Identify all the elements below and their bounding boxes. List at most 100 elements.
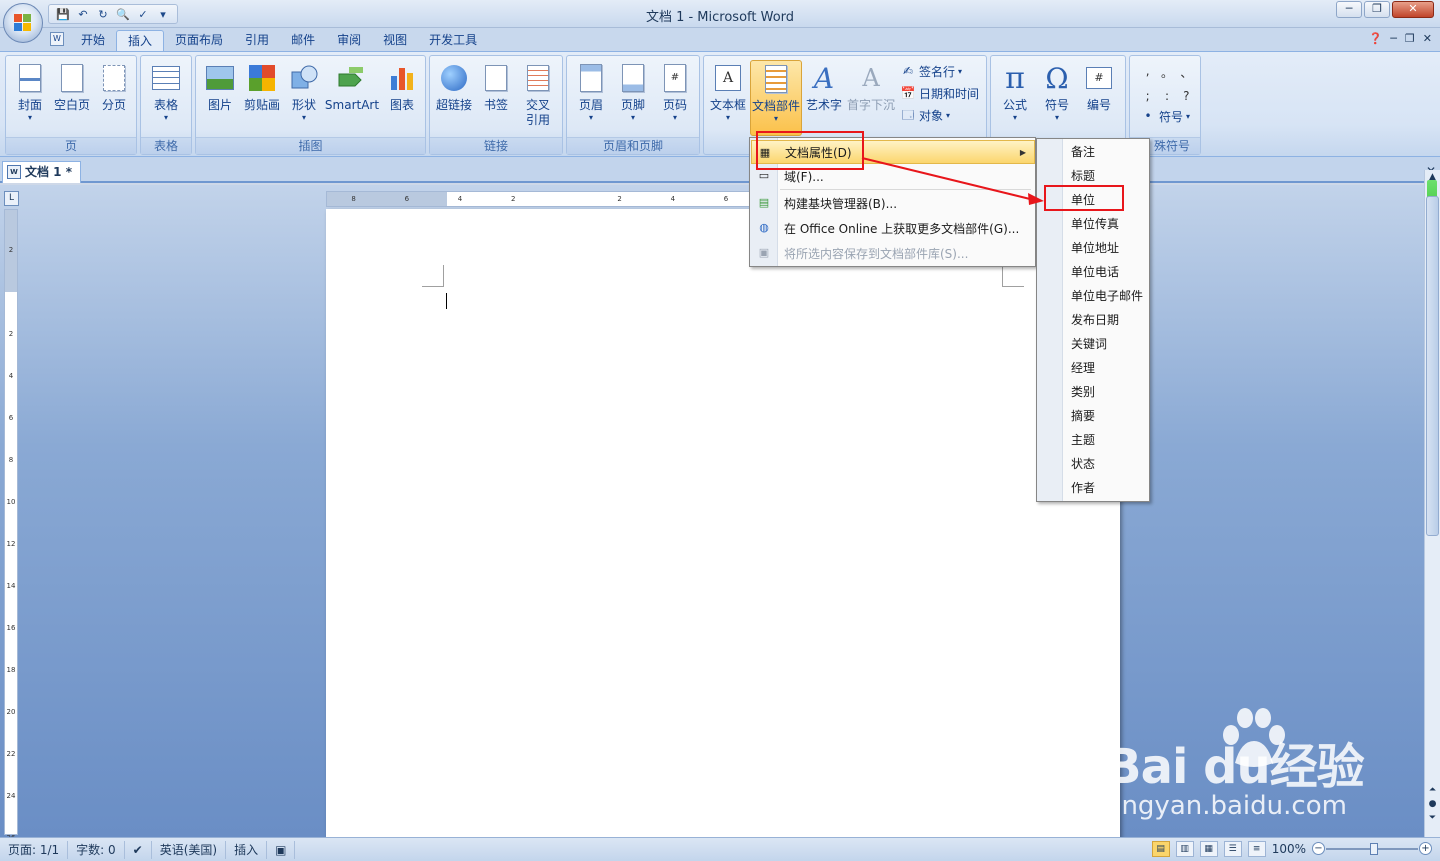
tab-developer[interactable]: 开发工具 bbox=[418, 30, 488, 52]
ruler-tick-label: 6 bbox=[404, 195, 410, 203]
special-char[interactable]: 。 bbox=[1157, 64, 1176, 81]
close-button[interactable]: ✕ bbox=[1392, 1, 1434, 18]
macro-record-icon[interactable]: ▣ bbox=[267, 840, 296, 859]
outline-view-icon[interactable]: ☰ bbox=[1223, 841, 1242, 857]
margin-corner-mark bbox=[1002, 265, 1024, 287]
submenu-item-comments[interactable]: 备注 bbox=[1071, 140, 1095, 164]
date-time-button[interactable]: 📅 日期和时间 bbox=[900, 83, 980, 103]
group-links: 超链接 书签 交叉 引用 链接 bbox=[429, 55, 563, 155]
help-icon[interactable]: ❓ bbox=[1369, 32, 1383, 45]
table-button[interactable]: 表格 ▾ bbox=[144, 60, 188, 136]
office-button[interactable] bbox=[3, 3, 43, 43]
submenu-item-author[interactable]: 作者 bbox=[1071, 476, 1095, 500]
prev-page-icon[interactable]: ⏶ bbox=[1425, 783, 1440, 797]
print-layout-view-icon[interactable]: ▤ bbox=[1151, 841, 1170, 857]
blank-page-icon bbox=[57, 62, 87, 94]
document-tab[interactable]: W 文档 1 * bbox=[2, 161, 81, 183]
ribbon-minimize-icon[interactable]: ─ bbox=[1390, 32, 1397, 45]
page-number-button[interactable]: # 页码 ▾ bbox=[653, 60, 697, 136]
ribbon-close-icon[interactable]: ✕ bbox=[1423, 32, 1432, 45]
submenu-item-subject[interactable]: 主题 bbox=[1071, 428, 1095, 452]
bookmark-button[interactable]: 书签 bbox=[474, 60, 518, 136]
special-char[interactable]: ; bbox=[1138, 89, 1157, 103]
draft-view-icon[interactable]: ≡ bbox=[1247, 841, 1266, 857]
cross-reference-button[interactable]: 交叉 引用 bbox=[516, 60, 560, 136]
submenu-item-company-address[interactable]: 单位地址 bbox=[1071, 236, 1119, 260]
chart-button[interactable]: 图表 bbox=[380, 60, 424, 136]
symbol-button[interactable]: Ω 符号 ▾ bbox=[1035, 60, 1079, 136]
status-language[interactable]: 英语(美国) bbox=[152, 840, 227, 859]
cover-page-button[interactable]: 封面 ▾ bbox=[8, 60, 52, 136]
scroll-thumb[interactable] bbox=[1426, 196, 1439, 536]
signature-line-button[interactable]: ✍ 签名行 ▾ bbox=[900, 61, 962, 81]
group-page: 封面 ▾ 空白页 分页 页 bbox=[5, 55, 137, 155]
menu-building-blocks[interactable]: ▤ 构建基块管理器(B)... bbox=[751, 191, 1035, 215]
tab-review[interactable]: 审阅 bbox=[326, 30, 372, 52]
restore-button[interactable]: ❐ bbox=[1364, 1, 1390, 18]
wordart-button[interactable]: A 艺术字 bbox=[802, 60, 846, 136]
signature-icon: ✍ bbox=[902, 64, 914, 78]
status-words[interactable]: 字数: 0 bbox=[68, 840, 125, 859]
highlight-box-company bbox=[1044, 185, 1124, 211]
page-break-button[interactable]: 分页 bbox=[92, 60, 136, 136]
clipart-button[interactable]: 剪贴画 bbox=[240, 60, 284, 136]
tab-view[interactable]: 视图 bbox=[372, 30, 418, 52]
special-char[interactable]: , bbox=[1138, 64, 1157, 81]
smartart-button[interactable]: SmartArt bbox=[324, 60, 380, 136]
quick-parts-button[interactable]: 文档部件 ▾ bbox=[750, 60, 802, 136]
submenu-item-status[interactable]: 状态 bbox=[1071, 452, 1095, 476]
vertical-ruler[interactable]: 22468101214161820222426 bbox=[4, 209, 18, 842]
submenu-item-company-fax[interactable]: 单位传真 bbox=[1071, 212, 1119, 236]
special-char[interactable]: 、 bbox=[1177, 64, 1196, 81]
title-bar: 💾 ↶ ↻ 🔍 ✓ ▾ 文档 1 - Microsoft Word ─ ❐ ✕ bbox=[0, 0, 1440, 28]
submenu-item-publish-date[interactable]: 发布日期 bbox=[1071, 308, 1119, 332]
zoom-out-icon[interactable]: − bbox=[1312, 842, 1325, 855]
menu-save-selection[interactable]: ▣ 将所选内容保存到文档部件库(S)... bbox=[751, 241, 1035, 265]
special-char[interactable]: ? bbox=[1177, 89, 1196, 103]
numbering-button[interactable]: # 编号 bbox=[1077, 60, 1121, 136]
object-button[interactable]: 🗔 对象 ▾ bbox=[900, 105, 950, 125]
ribbon-right-controls: ❓ ─ ❐ ✕ bbox=[1369, 32, 1432, 45]
submenu-item-company-email[interactable]: 单位电子邮件 bbox=[1071, 284, 1143, 308]
ribbon-restore-icon[interactable]: ❐ bbox=[1405, 32, 1415, 45]
tab-page-layout[interactable]: 页面布局 bbox=[164, 30, 234, 52]
status-mode[interactable]: 插入 bbox=[226, 840, 268, 859]
tab-insert[interactable]: 插入 bbox=[116, 30, 165, 52]
equation-button[interactable]: π 公式 ▾ bbox=[993, 60, 1037, 136]
zoom-knob[interactable] bbox=[1370, 843, 1378, 855]
footer-button[interactable]: 页脚 ▾ bbox=[611, 60, 655, 136]
submenu-item-company-phone[interactable]: 单位电话 bbox=[1071, 260, 1119, 284]
submenu-item-manager[interactable]: 经理 bbox=[1071, 356, 1095, 380]
vertical-scrollbar[interactable]: ▲ ⏶ ● ⏷ bbox=[1424, 170, 1440, 837]
submenu-item-abstract[interactable]: 摘要 bbox=[1071, 404, 1095, 428]
hyperlink-button[interactable]: 超链接 bbox=[432, 60, 476, 136]
next-page-icon[interactable]: ⏷ bbox=[1425, 811, 1440, 825]
status-page[interactable]: 页面: 1/1 bbox=[0, 840, 69, 859]
submenu-item-keywords[interactable]: 关键词 bbox=[1071, 332, 1107, 356]
browse-object-icon[interactable]: ● bbox=[1425, 797, 1440, 811]
document-page[interactable] bbox=[326, 209, 1120, 839]
zoom-level[interactable]: 100% bbox=[1272, 842, 1306, 856]
status-bar: 页面: 1/1 字数: 0 ✔ 英语(美国) 插入 ▣ ▤ ▥ ▦ ☰ ≡ 10… bbox=[0, 837, 1440, 861]
blank-page-button[interactable]: 空白页 bbox=[50, 60, 94, 136]
tab-mailings[interactable]: 邮件 bbox=[280, 30, 326, 52]
picture-button[interactable]: 图片 bbox=[198, 60, 242, 136]
special-symbol-button[interactable]: • 符号 ▾ bbox=[1140, 106, 1190, 126]
full-screen-view-icon[interactable]: ▥ bbox=[1175, 841, 1194, 857]
tab-home[interactable]: 开始 bbox=[70, 30, 116, 52]
menu-office-online[interactable]: ◍ 在 Office Online 上获取更多文档部件(G)... bbox=[751, 216, 1035, 240]
drop-cap-button[interactable]: A 首字下沉 bbox=[846, 60, 896, 136]
web-layout-view-icon[interactable]: ▦ bbox=[1199, 841, 1218, 857]
zoom-slider[interactable]: − + bbox=[1312, 842, 1432, 856]
zoom-in-icon[interactable]: + bbox=[1419, 842, 1432, 855]
textbox-button[interactable]: A 文本框 ▾ bbox=[706, 60, 750, 136]
header-button[interactable]: 页眉 ▾ bbox=[569, 60, 613, 136]
submenu-item-category[interactable]: 类别 bbox=[1071, 380, 1095, 404]
textbox-icon: A bbox=[713, 62, 743, 94]
proofing-icon[interactable]: ✔ bbox=[125, 840, 152, 859]
tab-selector-icon[interactable]: L bbox=[4, 191, 19, 206]
minimize-button[interactable]: ─ bbox=[1336, 1, 1362, 18]
special-char[interactable]: : bbox=[1157, 89, 1176, 103]
shapes-button[interactable]: 形状 ▾ bbox=[282, 60, 326, 136]
tab-references[interactable]: 引用 bbox=[234, 30, 280, 52]
